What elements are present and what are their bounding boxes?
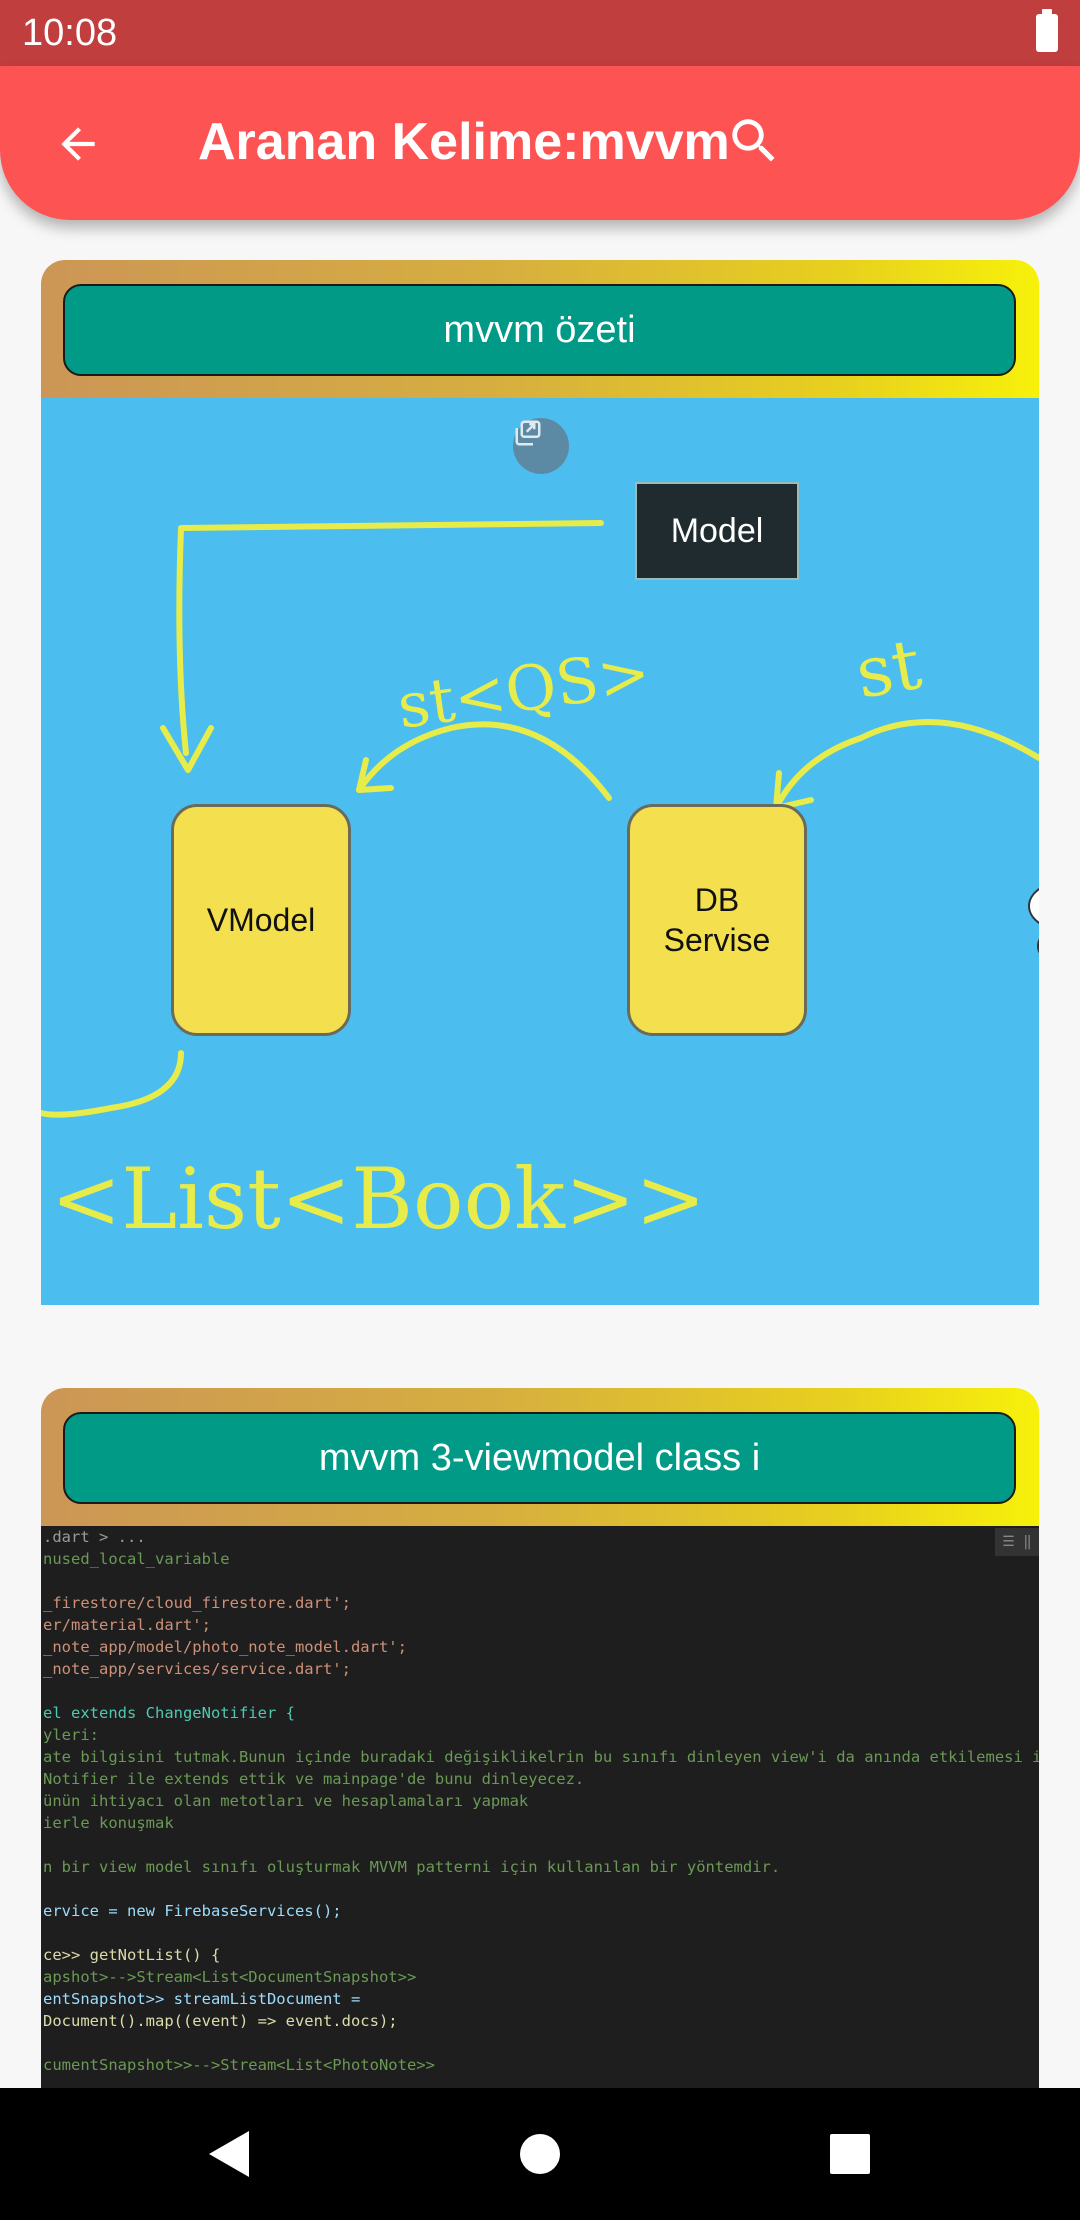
search-icon [732,119,775,162]
code-line: ervice = new FirebaseServices(); [43,1902,342,1920]
code-line: el extends ChangeNotifier { [43,1704,295,1722]
code-line: ce>> getNotList() { [43,1946,221,1964]
arrow-back-icon [61,127,95,161]
code-line: ierle konuşmak [43,1814,174,1832]
battery-icon [1036,9,1058,52]
code-line: apshot>-->Stream<List<DocumentSnapshot>> [43,1968,417,1986]
back-button[interactable] [38,109,118,179]
code-line: n bir view model sınıfı oluşturmak MVVM … [43,1858,781,1876]
code-line: nused_local_variable [43,1550,230,1568]
editor-layout-icon: ☰ ‖ [995,1528,1039,1556]
triangle-back-icon [209,2131,249,2177]
card-header: mvvm özeti [41,260,1039,398]
vmodel-box: VModel [171,804,351,1036]
note-image[interactable]: .dart > ... ☰ ‖ nused_local_variable _fi… [41,1526,1039,2088]
note-card[interactable]: mvvm özeti st<QS> st <List<Book>> Model … [41,260,1039,1305]
card-header: mvvm 3-viewmodel class i [41,1388,1039,1526]
nav-back-button[interactable] [190,2116,266,2192]
code-line: yleri: [43,1726,99,1744]
square-recents-icon [830,2134,870,2174]
code-line: ate bilgisini tutmak.Bunun içinde burada… [43,1748,1039,1766]
handwriting-top: st<QS> [393,635,655,743]
picture-in-picture-icon[interactable] [513,418,569,474]
db-label-line2: Servise [663,922,771,958]
circle-home-icon [520,2134,560,2174]
note-image[interactable]: st<QS> st <List<Book>> Model VModel DB S… [41,398,1039,1305]
db-service-box: DB Servise [627,804,807,1036]
code-line: _note_app/model/photo_note_model.dart'; [43,1638,407,1656]
code-breadcrumb: .dart > ... [43,1528,146,1546]
code-line: ünün ihtiyacı olan metotları ve hesaplam… [43,1792,529,1810]
code-line: er/material.dart'; [43,1616,211,1634]
status-bar: 10:08 [0,0,1080,66]
model-box: Model [635,482,799,580]
nav-recents-button[interactable] [812,2116,888,2192]
nav-home-button[interactable] [502,2116,578,2192]
code-line: Document().map((event) => event.docs); [43,2012,398,2030]
search-button[interactable] [724,111,784,171]
page-title: Aranan Kelime:mvvm [198,113,730,171]
db-label-line1: DB [694,882,740,918]
card-title-button[interactable]: mvvm 3-viewmodel class i [63,1412,1016,1504]
code-line: _firestore/cloud_firestore.dart'; [43,1594,351,1612]
code-line: entSnapshot>> streamListDocument = [43,1990,361,2008]
note-card[interactable]: mvvm 3-viewmodel class i .dart > ... ☰ ‖… [41,1388,1039,2088]
app-bar: Aranan Kelime:mvvm [0,66,1080,220]
system-nav-bar [0,2088,1080,2220]
status-time: 10:08 [22,12,118,54]
code-line: _note_app/services/service.dart'; [43,1660,351,1678]
card-title-button[interactable]: mvvm özeti [63,284,1016,376]
handwriting-right: st [850,623,927,715]
handwriting-bottom: <List<Book>> [51,1150,706,1248]
code-line: Notifier ile extends ettik ve mainpage'd… [43,1770,585,1788]
code-line: cumentSnapshot>>-->Stream<List<PhotoNote… [43,2056,435,2074]
